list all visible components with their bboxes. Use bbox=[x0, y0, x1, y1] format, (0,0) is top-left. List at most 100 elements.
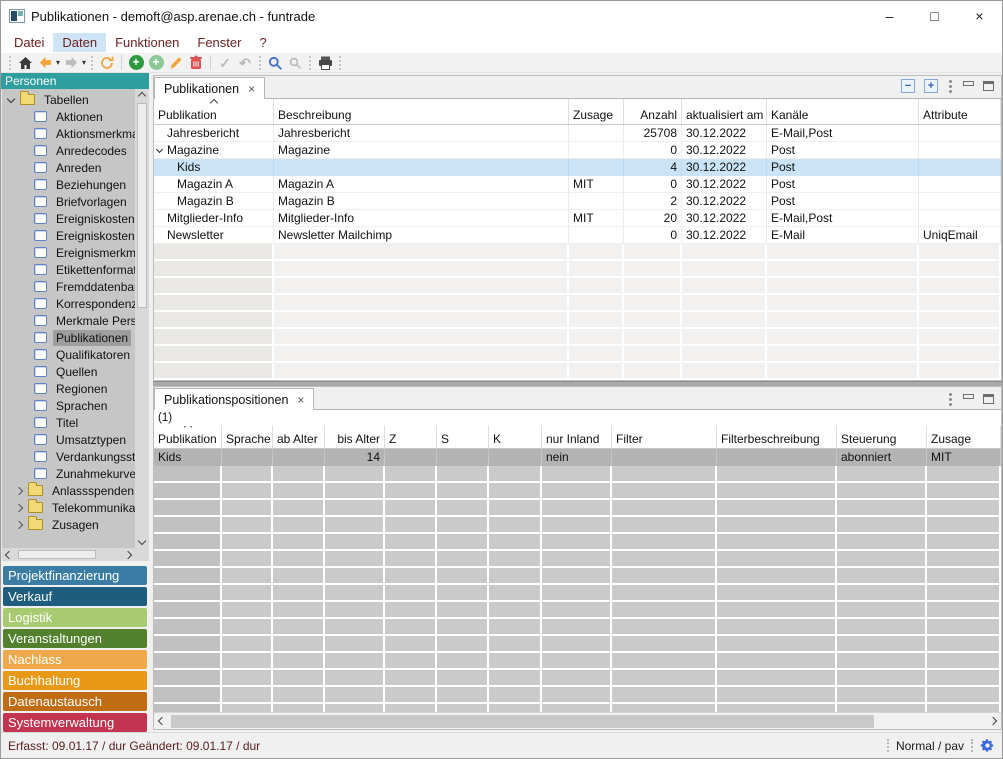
tree-vertical-scrollbar[interactable] bbox=[135, 89, 149, 548]
tree-item[interactable]: Zusagen bbox=[2, 516, 135, 533]
tree-item[interactable]: Regionen bbox=[2, 380, 135, 397]
tree-item[interactable]: Qualifikatoren bbox=[2, 346, 135, 363]
table-row[interactable]: Magazin B Magazin B 2 30.12.2022 Post bbox=[154, 193, 1001, 210]
table-row[interactable]: Magazine Magazine 0 30.12.2022 Post bbox=[154, 142, 1001, 159]
gear-icon[interactable] bbox=[980, 738, 995, 753]
scrollbar-thumb[interactable] bbox=[171, 715, 874, 728]
tree-item[interactable]: Umsatztypen bbox=[2, 431, 135, 448]
tree-item[interactable]: Publikationen bbox=[2, 329, 135, 346]
menu-item[interactable]: Datei bbox=[5, 33, 53, 52]
column-header[interactable]: Beschreibung bbox=[274, 99, 569, 124]
module-button[interactable]: Datenaustausch bbox=[3, 692, 147, 711]
column-header[interactable]: Publikation bbox=[154, 99, 274, 124]
tree-item[interactable]: Telekommunikati bbox=[2, 499, 135, 516]
scroll-left-icon[interactable] bbox=[158, 717, 166, 725]
search-secondary-button[interactable] bbox=[285, 54, 305, 72]
add-child-button[interactable]: + bbox=[146, 54, 166, 72]
column-header[interactable]: bis Alter bbox=[325, 426, 385, 448]
forward-history-caret-icon[interactable]: ▾ bbox=[82, 58, 86, 67]
column-header[interactable]: Filter bbox=[612, 426, 717, 448]
scrollbar-thumb[interactable] bbox=[137, 103, 147, 308]
column-header[interactable]: nur Inland bbox=[542, 426, 612, 448]
home-button[interactable] bbox=[15, 54, 35, 72]
add-button[interactable]: + bbox=[126, 54, 146, 72]
edit-button[interactable] bbox=[166, 54, 186, 72]
menu-item[interactable]: Daten bbox=[53, 33, 106, 52]
horizontal-scrollbar[interactable] bbox=[154, 712, 1001, 729]
scrollbar-track[interactable] bbox=[169, 713, 986, 729]
tree-horizontal-scrollbar[interactable] bbox=[2, 548, 135, 561]
tree-item[interactable]: Ereigniskosten-E bbox=[2, 210, 135, 227]
module-button[interactable]: Systemverwaltung bbox=[3, 713, 147, 732]
column-header[interactable]: Attribute bbox=[919, 99, 1001, 124]
tree-item[interactable]: Ereigniskosten-S bbox=[2, 227, 135, 244]
window-maximize-button[interactable]: □ bbox=[912, 8, 957, 24]
column-header[interactable]: S bbox=[437, 426, 489, 448]
column-header[interactable]: aktualisiert am bbox=[682, 99, 767, 124]
back-history-caret-icon[interactable]: ▾ bbox=[56, 58, 60, 67]
tree-item[interactable]: Quellen bbox=[2, 363, 135, 380]
module-button[interactable]: Projektfinanzierung bbox=[3, 566, 147, 585]
column-header[interactable]: Zusage bbox=[927, 426, 1001, 448]
search-button[interactable] bbox=[265, 54, 285, 72]
column-header[interactable]: Steuerung bbox=[837, 426, 927, 448]
panel-maximize-icon[interactable] bbox=[983, 394, 994, 404]
window-minimize-button[interactable]: – bbox=[867, 8, 912, 24]
table-row[interactable]: Jahresbericht Jahresbericht 25708 30.12.… bbox=[154, 125, 1001, 142]
table-row[interactable]: Kids 14 nein abonniert MIT bbox=[154, 449, 1001, 466]
tree-item[interactable]: Aktionsmerkmale bbox=[2, 125, 135, 142]
column-header[interactable]: Kanäle bbox=[767, 99, 919, 124]
tree-expander-icon[interactable] bbox=[15, 486, 23, 494]
tree-expander-icon[interactable] bbox=[15, 520, 23, 528]
tree-item[interactable]: Anredecodes bbox=[2, 142, 135, 159]
scroll-right-icon[interactable] bbox=[989, 717, 997, 725]
column-header[interactable]: Publikation bbox=[154, 426, 222, 448]
table-row[interactable]: Newsletter Newsletter Mailchimp 0 30.12.… bbox=[154, 227, 1001, 244]
tab-publikationspositionen[interactable]: Publikationspositionen × bbox=[154, 388, 314, 410]
tree-item[interactable]: Zunahmekurven bbox=[2, 465, 135, 482]
expand-all-icon[interactable]: + bbox=[924, 79, 938, 93]
forward-button[interactable] bbox=[61, 54, 81, 72]
module-button[interactable]: Buchhaltung bbox=[3, 671, 147, 690]
tree-item[interactable]: Anreden bbox=[2, 159, 135, 176]
menu-item[interactable]: Fenster bbox=[188, 33, 250, 52]
panel-maximize-icon[interactable] bbox=[983, 81, 994, 91]
tab-publikationen[interactable]: Publikationen × bbox=[154, 77, 265, 99]
print-button[interactable] bbox=[315, 54, 335, 72]
panel-menu-icon[interactable] bbox=[949, 398, 952, 401]
tree-item[interactable]: Verdankungsstey bbox=[2, 448, 135, 465]
scroll-down-icon[interactable] bbox=[138, 537, 146, 545]
column-header[interactable]: Filterbeschreibung bbox=[717, 426, 837, 448]
undo-button[interactable]: ↶ bbox=[235, 54, 255, 72]
column-header[interactable]: ab Alter bbox=[273, 426, 325, 448]
tree-item[interactable]: Ereignismerkmale bbox=[2, 244, 135, 261]
tab-close-icon[interactable]: × bbox=[297, 393, 304, 407]
menu-item[interactable]: Funktionen bbox=[106, 33, 188, 52]
scroll-left-icon[interactable] bbox=[5, 550, 13, 558]
row-expander-icon[interactable] bbox=[156, 146, 163, 153]
module-button[interactable]: Logistik bbox=[3, 608, 147, 627]
module-button[interactable]: Verkauf bbox=[3, 587, 147, 606]
column-header[interactable]: Zusage bbox=[569, 99, 624, 124]
panel-menu-icon[interactable] bbox=[949, 85, 952, 88]
delete-button[interactable] bbox=[186, 54, 206, 72]
window-close-button[interactable]: × bbox=[957, 8, 1002, 24]
scroll-up-icon[interactable] bbox=[138, 92, 146, 100]
tree-item[interactable]: Beziehungen bbox=[2, 176, 135, 193]
tab-close-icon[interactable]: × bbox=[248, 82, 255, 96]
table-row[interactable]: Mitglieder-Info Mitglieder-Info MIT 20 3… bbox=[154, 210, 1001, 227]
module-button[interactable]: Veranstaltungen bbox=[3, 629, 147, 648]
tree-item[interactable]: Merkmale Person bbox=[2, 312, 135, 329]
column-header[interactable]: Sprache bbox=[222, 426, 273, 448]
table-row[interactable]: Magazin A Magazin A MIT 0 30.12.2022 Pos… bbox=[154, 176, 1001, 193]
tree-item[interactable]: Aktionen bbox=[2, 108, 135, 125]
tree-item[interactable]: Sprachen bbox=[2, 397, 135, 414]
scroll-right-icon[interactable] bbox=[124, 550, 132, 558]
panel-minimize-icon[interactable] bbox=[963, 81, 974, 86]
tree-item[interactable]: Titel bbox=[2, 414, 135, 431]
module-button[interactable]: Nachlass bbox=[3, 650, 147, 669]
tree-expander-icon[interactable] bbox=[15, 503, 23, 511]
tree-expander-icon[interactable] bbox=[7, 94, 15, 102]
tree-item[interactable]: Fremddatenbank bbox=[2, 278, 135, 295]
tree-item[interactable]: Anlassspenden bbox=[2, 482, 135, 499]
